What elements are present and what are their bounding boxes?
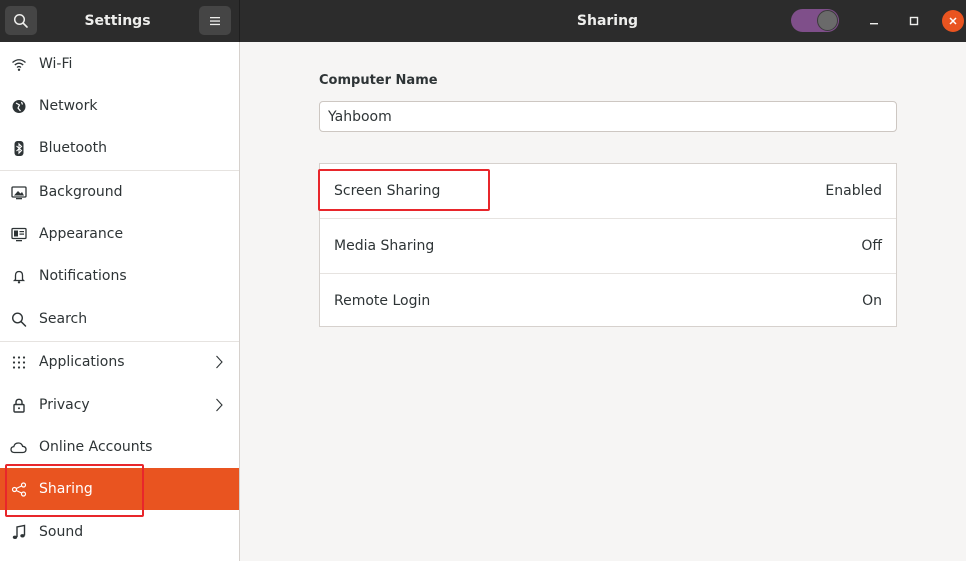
panel-title: Sharing xyxy=(576,13,639,29)
sidebar-item-label: Sharing xyxy=(39,481,93,497)
sidebar-item-bluetooth[interactable]: Bluetooth xyxy=(0,127,239,169)
maximize-button[interactable] xyxy=(903,10,925,32)
sidebar-item-appearance[interactable]: Appearance xyxy=(0,213,239,255)
sidebar-item-label: Applications xyxy=(39,354,125,370)
toggle-knob xyxy=(817,10,838,31)
row-label: Remote Login xyxy=(334,293,431,309)
apps-grid-icon xyxy=(10,354,27,371)
appearance-icon xyxy=(10,226,27,243)
chevron-right-icon xyxy=(216,398,223,412)
sidebar-item-notifications[interactable]: Notifications xyxy=(0,255,239,297)
background-icon xyxy=(10,184,27,201)
share-icon xyxy=(10,481,27,498)
sidebar-item-privacy[interactable]: Privacy xyxy=(0,384,239,426)
sidebar-item-label: Online Accounts xyxy=(39,439,153,455)
network-icon xyxy=(10,98,27,115)
search-button[interactable] xyxy=(5,6,37,35)
minimize-icon xyxy=(870,23,878,25)
sidebar-item-label: Sound xyxy=(39,524,84,540)
maximize-icon xyxy=(909,16,919,26)
search-icon xyxy=(10,311,27,328)
bell-icon xyxy=(10,268,27,285)
chevron-right-icon xyxy=(216,355,223,369)
cloud-icon xyxy=(10,439,27,456)
sidebar-title: Settings xyxy=(84,13,151,29)
sidebar-item-sound[interactable]: Sound xyxy=(0,511,239,553)
computer-name-label: Computer Name xyxy=(319,73,438,88)
sidebar-item-label: Wi-Fi xyxy=(39,56,73,72)
row-status: Enabled xyxy=(825,183,882,199)
sidebar-item-sharing[interactable]: Sharing xyxy=(0,468,239,510)
sidebar-item-network[interactable]: Network xyxy=(0,85,239,127)
sidebar-item-wifi[interactable]: Wi-Fi xyxy=(0,43,239,85)
hamburger-menu-icon xyxy=(210,16,220,25)
header-bar: Settings Sharing xyxy=(0,0,966,42)
wifi-icon xyxy=(10,56,27,73)
sharing-master-toggle[interactable] xyxy=(791,9,839,32)
screen-sharing-row[interactable]: Screen Sharing Enabled xyxy=(320,164,896,218)
sidebar-item-online-accounts[interactable]: Online Accounts xyxy=(0,426,239,468)
sidebar-item-label: Background xyxy=(39,184,123,200)
remote-login-row[interactable]: Remote Login On xyxy=(320,274,896,328)
sidebar-item-applications[interactable]: Applications xyxy=(0,341,239,383)
sidebar-item-search[interactable]: Search xyxy=(0,298,239,340)
sidebar-item-background[interactable]: Background xyxy=(0,171,239,213)
sidebar: Wi-Fi Network Bluetooth Background Appea… xyxy=(0,42,240,561)
row-status: Off xyxy=(861,238,882,254)
sharing-panel: Computer Name Screen Sharing Enabled Med… xyxy=(240,42,966,561)
sidebar-item-label: Network xyxy=(39,98,98,114)
computer-name-field[interactable] xyxy=(319,101,897,132)
search-icon xyxy=(13,13,28,28)
sidebar-item-label: Bluetooth xyxy=(39,140,107,156)
menu-button[interactable] xyxy=(199,6,231,35)
panel-header: Sharing xyxy=(240,0,966,42)
row-label: Media Sharing xyxy=(334,238,435,254)
music-note-icon xyxy=(10,524,27,541)
row-status: On xyxy=(862,293,882,309)
sharing-services-list: Screen Sharing Enabled Media Sharing Off… xyxy=(319,163,897,327)
minimize-button[interactable] xyxy=(863,10,885,32)
sidebar-item-label: Notifications xyxy=(39,268,127,284)
close-button[interactable] xyxy=(942,10,964,32)
sidebar-header: Settings xyxy=(0,0,240,42)
lock-icon xyxy=(10,397,27,414)
sidebar-item-label: Privacy xyxy=(39,397,90,413)
bluetooth-icon xyxy=(10,140,27,157)
sidebar-item-label: Appearance xyxy=(39,226,124,242)
media-sharing-row[interactable]: Media Sharing Off xyxy=(320,219,896,273)
row-label: Screen Sharing xyxy=(334,183,441,199)
sidebar-item-label: Search xyxy=(39,311,88,327)
close-icon xyxy=(949,17,957,25)
